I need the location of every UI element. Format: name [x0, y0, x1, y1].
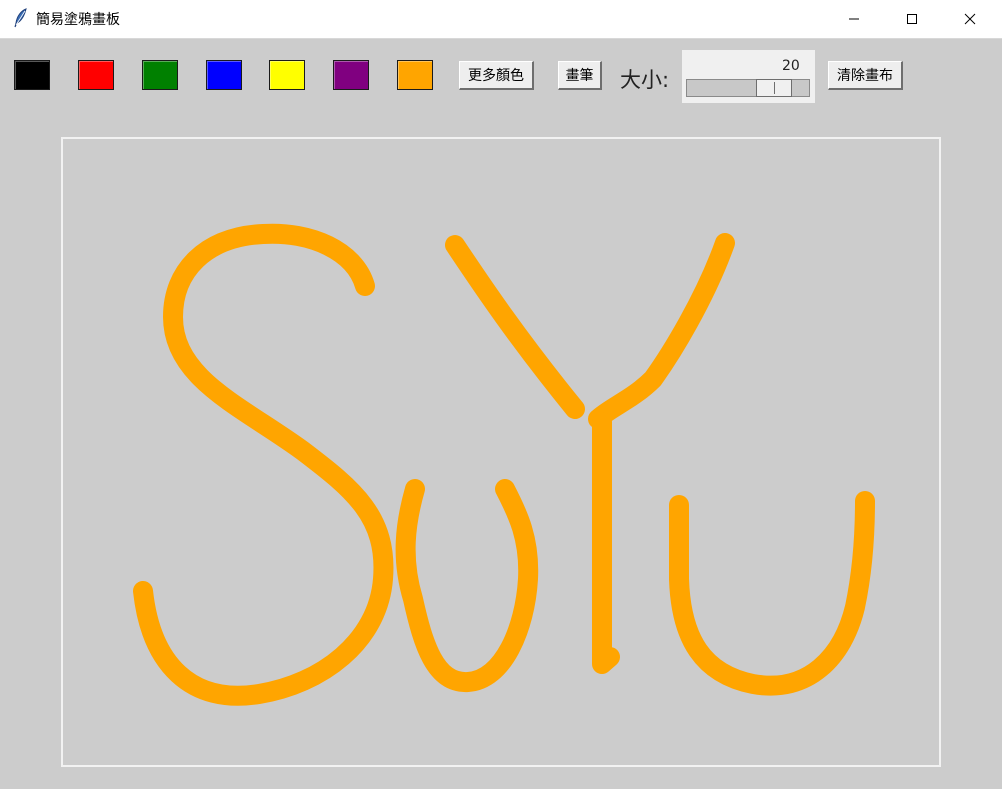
brush-stroke [588, 233, 735, 429]
minimize-icon [849, 18, 859, 20]
clear-canvas-button[interactable]: 清除畫布 [828, 61, 903, 90]
brush-stroke [669, 491, 875, 696]
color-swatch-blue[interactable] [206, 60, 242, 90]
title-bar: 簡易塗鴉畫板 [0, 0, 1002, 39]
size-slider-thumb[interactable] [755, 79, 792, 97]
color-swatch-green[interactable] [142, 60, 178, 90]
brush-stroke [445, 235, 585, 419]
brush-stroke [133, 223, 394, 706]
color-swatch-red[interactable] [78, 60, 114, 90]
color-swatch-yellow[interactable] [269, 60, 305, 90]
color-swatch-purple[interactable] [333, 60, 369, 90]
slider-grip-icon [773, 82, 775, 94]
drawing-canvas[interactable] [61, 137, 941, 767]
size-slider[interactable]: 20 [682, 50, 815, 103]
brush-button[interactable]: 畫筆 [558, 61, 602, 90]
maximize-icon [907, 14, 917, 24]
color-swatch-black[interactable] [14, 60, 50, 90]
more-colors-button[interactable]: 更多顏色 [459, 61, 534, 90]
feather-icon [14, 8, 27, 28]
window-title: 簡易塗鴉畫板 [36, 12, 120, 28]
brush-stroke [592, 412, 620, 674]
close-button[interactable] [941, 0, 999, 38]
color-swatch-orange[interactable] [397, 60, 433, 90]
close-icon [964, 13, 976, 25]
brush-stroke [395, 479, 539, 692]
size-label: 大小: [620, 68, 670, 92]
minimize-button[interactable] [825, 0, 883, 38]
size-value: 20 [782, 58, 800, 74]
maximize-button[interactable] [883, 0, 941, 38]
drawing-strokes [133, 223, 875, 706]
